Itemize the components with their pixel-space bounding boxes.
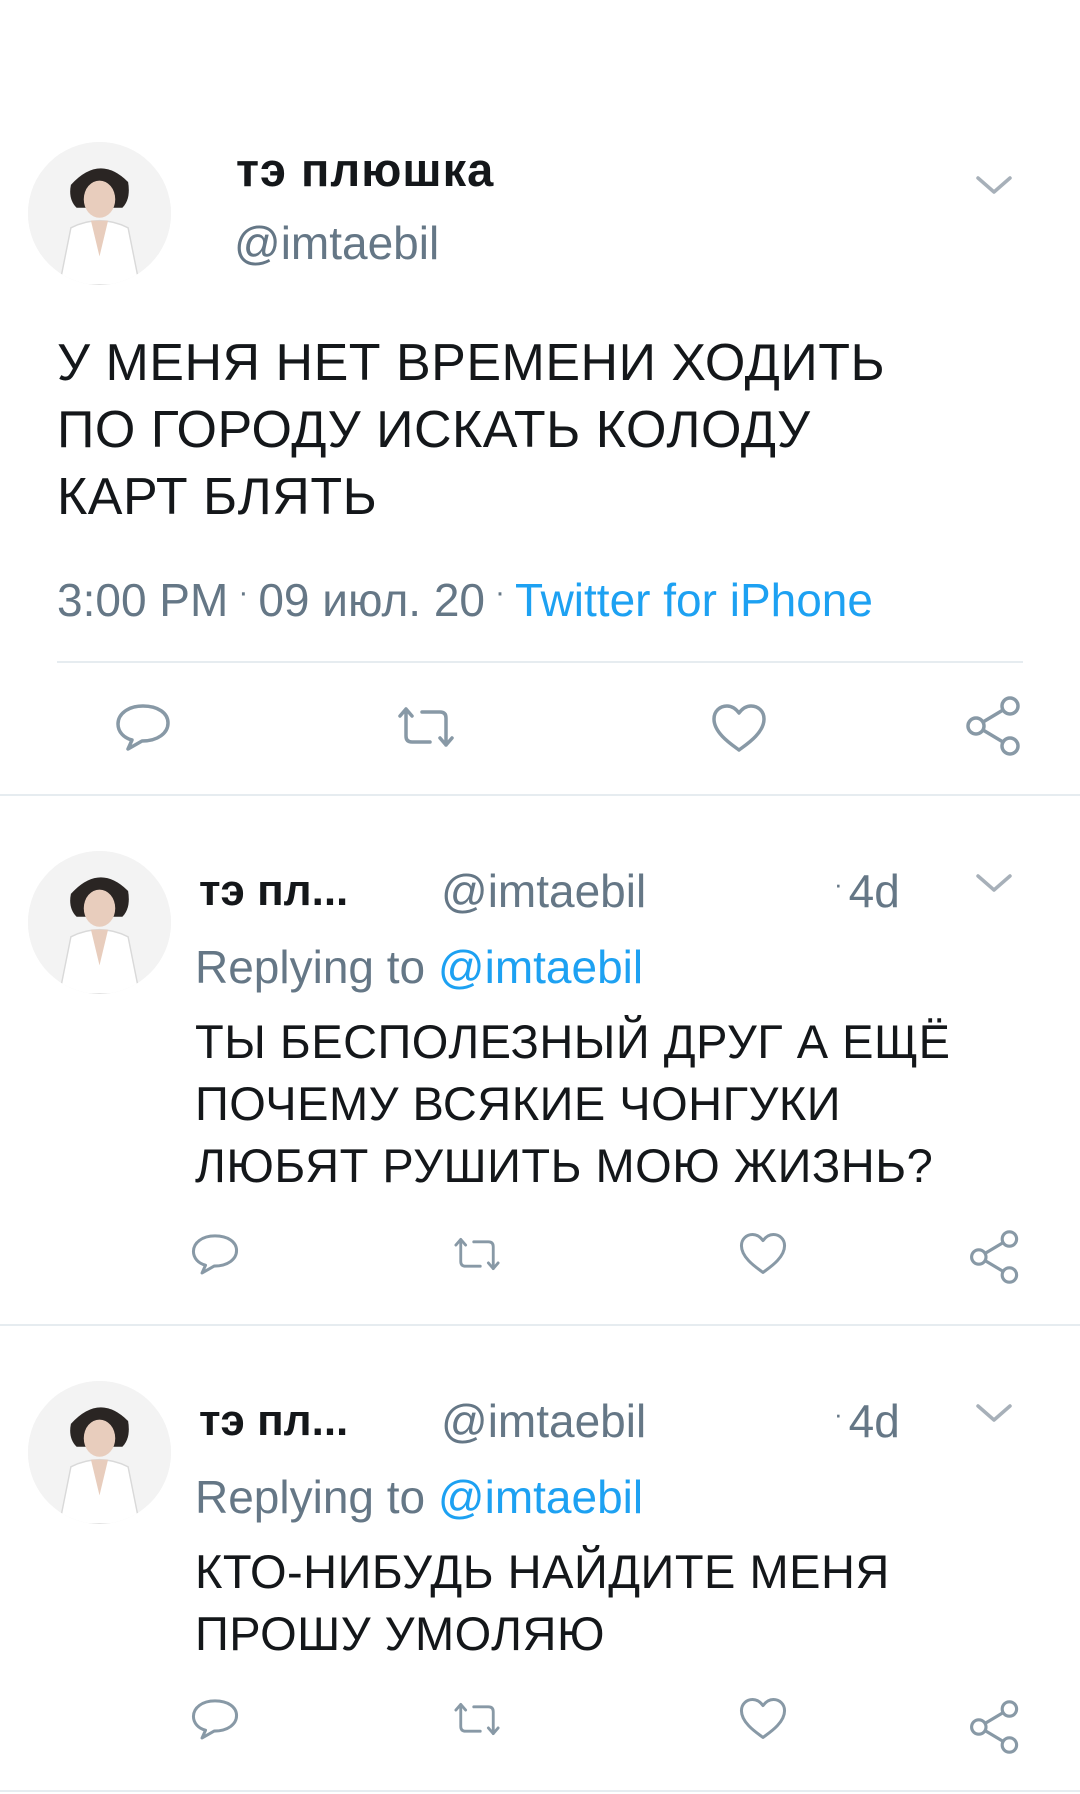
replying-to: Replying to @imtaebil [195,940,643,994]
avatar-image [28,1381,171,1524]
tweet-text: У МЕНЯ НЕТ ВРЕМЕНИ ХОДИТЬ ПО ГОРОДУ ИСКА… [57,330,1017,531]
retweet-icon [398,707,454,747]
avatar[interactable] [28,851,171,994]
share-button[interactable] [964,694,1024,758]
like-button[interactable] [738,1696,788,1741]
tweet-date: 09 июл. 20 [258,574,486,626]
like-icon [739,1698,787,1739]
tweet-source-link[interactable]: Twitter for iPhone [515,574,873,626]
tweet-time: 3:00 PM [57,574,229,626]
separator: · [834,869,843,899]
share-button[interactable] [968,1228,1022,1286]
reply-icon [191,1699,239,1740]
tweet-text-line: КАРТ БЛЯТЬ [57,468,378,526]
display-name[interactable]: тэ плюшка [236,142,494,197]
avatar-image [28,851,171,994]
reply-button[interactable] [114,702,172,752]
retweet-button[interactable] [451,1700,503,1738]
reply-icon [191,1234,239,1275]
divider [57,661,1023,663]
handle[interactable]: @imtaebil [234,216,439,270]
replying-to: Replying to @imtaebil [195,1470,643,1524]
divider [0,1324,1080,1326]
separator: · [834,1399,843,1429]
chevron-down-icon[interactable] [974,1402,1014,1426]
share-button[interactable] [968,1698,1022,1756]
tweet-time-value: 4d [848,865,900,917]
tweet-time-value: 4d [848,1395,900,1447]
tweet-text: ТЫ БЕСПОЛЕЗНЫЙ ДРУГ А ЕЩЁ ПОЧЕМУ ВСЯКИЕ … [195,1011,950,1197]
separator: · [495,576,506,609]
retweet-icon [454,1237,500,1271]
tweet-meta: 3:00 PM · 09 июл. 20 · Twitter for iPhone [57,573,873,627]
reply-icon [116,704,170,751]
share-icon [966,696,1020,756]
handle[interactable]: @imtaebil [441,1394,646,1448]
retweet-button[interactable] [394,704,458,750]
tweet-text-line: ПОЧЕМУ ВСЯКИЕ ЧОНГУКИ [195,1077,842,1130]
tweet-text-line: У МЕНЯ НЕТ ВРЕМЕНИ ХОДИТЬ [57,334,886,392]
display-name[interactable]: тэ пл... [199,866,348,916]
replying-to-label: Replying to [195,1471,426,1523]
retweet-button[interactable] [451,1235,503,1273]
separator: · [238,576,249,609]
replying-to-label: Replying to [195,941,426,993]
avatar[interactable] [28,1381,171,1524]
tweet-time: · 4d [834,864,900,918]
display-name[interactable]: тэ пл... [199,1396,348,1446]
like-icon [712,704,766,752]
like-button[interactable] [710,702,768,754]
share-icon [970,1700,1019,1754]
mention-link[interactable]: @imtaebil [438,941,643,993]
tweet-text-line: ПРОШУ УМОЛЯЮ [195,1607,605,1660]
reply-button[interactable] [190,1232,240,1276]
tweet-text-line: ПО ГОРОДУ ИСКАТЬ КОЛОДУ [57,401,811,459]
tweet-text: КТО-НИБУДЬ НАЙДИТЕ МЕНЯ ПРОШУ УМОЛЯЮ [195,1541,890,1665]
tweet-text-line: КТО-НИБУДЬ НАЙДИТЕ МЕНЯ [195,1545,890,1598]
mention-link[interactable]: @imtaebil [438,1471,643,1523]
tweet-text-line: ЛЮБЯТ РУШИТЬ МОЮ ЖИЗНЬ? [195,1139,934,1192]
avatar[interactable] [28,142,171,285]
reply-button[interactable] [190,1697,240,1741]
share-icon [970,1230,1019,1284]
avatar-image [28,142,171,285]
chevron-down-icon[interactable] [974,872,1014,896]
tweet-time: · 4d [834,1394,900,1448]
retweet-icon [454,1702,500,1736]
chevron-down-icon[interactable] [974,174,1014,198]
tweet-text-line: ТЫ БЕСПОЛЕЗНЫЙ ДРУГ А ЕЩЁ [195,1015,951,1068]
like-icon [739,1233,787,1274]
handle[interactable]: @imtaebil [441,864,646,918]
like-button[interactable] [738,1231,788,1276]
divider [0,794,1080,796]
divider [0,1790,1080,1792]
